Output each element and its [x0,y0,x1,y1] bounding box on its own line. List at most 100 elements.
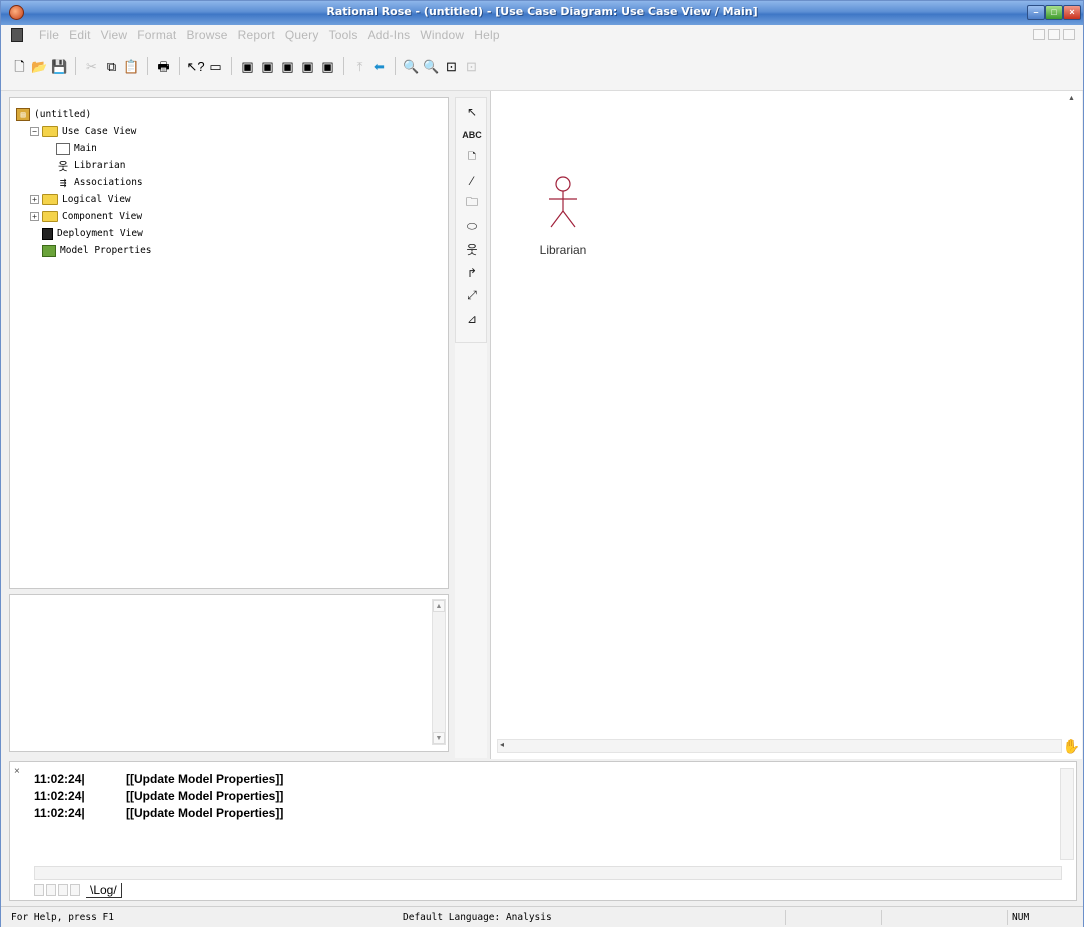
scroll-up-icon[interactable]: ▲ [1068,95,1075,102]
menu-browse[interactable]: Browse [186,28,227,42]
application-window: Rational Rose - (untitled) - [Use Case D… [0,0,1084,927]
documentation-pane[interactable]: ▲ ▼ [9,594,449,752]
log-horizontal-scrollbar[interactable] [34,866,1062,880]
actor-label: Librarian [539,243,587,257]
tree-item-label: Component View [62,211,143,222]
hand-pan-icon[interactable]: ✋ [1063,738,1080,755]
cut-icon[interactable]: ✂ [83,58,100,75]
dependency-tool-icon[interactable]: ⤢ [461,286,483,305]
menu-bar: File Edit View Format Browse Report Quer… [1,25,1083,45]
document-menu-icon[interactable] [11,28,23,42]
log-vertical-scrollbar[interactable] [1060,768,1074,860]
tree-item-main[interactable]: Main [16,140,152,157]
actor-tool-icon[interactable]: 웃 [461,240,483,259]
browse-class-diagram-icon[interactable]: ▣ [239,58,256,75]
tree-item-associations[interactable]: ⇶ Associations [16,174,152,191]
print-icon[interactable]: 🖶 [155,58,172,75]
back-arrow-icon[interactable]: ⬅ [371,58,388,75]
status-empty-panel [881,910,1007,925]
context-help-icon[interactable]: ↖? [186,58,204,75]
actor-librarian[interactable]: Librarian [529,175,589,257]
save-icon[interactable]: 💾 [51,58,68,75]
actor-icon: 웃 [57,159,69,173]
tree-item-logical-view[interactable]: + Logical View [16,191,152,208]
browse-previous-icon[interactable]: ⤒ [351,58,368,75]
open-folder-icon[interactable]: 📂 [31,58,48,75]
log-entries: 11:02:24| [[Update Model Properties]] 11… [34,772,283,823]
zoom-out-icon[interactable]: 🔍 [423,58,440,75]
use-case-diagram-canvas[interactable]: Librarian ▲ ◂ ✋ [490,91,1082,759]
tab-prev-icon[interactable] [46,884,56,896]
browse-component-diagram-icon[interactable]: ▣ [279,58,296,75]
scroll-left-icon[interactable]: ◂ [500,740,504,749]
view-docs-icon[interactable]: ▭ [207,58,224,75]
new-file-icon[interactable]: 🗋 [11,58,28,75]
mdi-close-button[interactable] [1063,29,1075,40]
maximize-icon: □ [1051,7,1057,17]
undo-fit-icon[interactable]: ⊡ [463,58,480,75]
menu-edit[interactable]: Edit [69,28,90,42]
menu-help[interactable]: Help [474,28,499,42]
status-bar: For Help, press F1 Default Language: Ana… [1,906,1083,927]
browse-parent-icon[interactable]: ▣ [319,58,336,75]
tab-next-icon[interactable] [58,884,68,896]
menu-tools[interactable]: Tools [329,28,358,42]
model-browser[interactable]: ▤ (untitled) − Use Case View Main 웃 Libr… [9,97,449,589]
tab-first-icon[interactable] [34,884,44,896]
tree-item-deployment-view[interactable]: Deployment View [16,225,152,242]
title-bar[interactable]: Rational Rose - (untitled) - [Use Case D… [1,1,1083,25]
menu-file[interactable]: File [39,28,59,42]
package-tool-icon[interactable]: 🗀 [461,194,483,213]
deployment-view-icon [42,227,53,240]
actor-stick-figure-icon [549,176,577,228]
tree-item-librarian[interactable]: 웃 Librarian [16,157,152,174]
note-tool-icon[interactable]: 🗅 [461,148,483,167]
use-case-diagram-icon [56,142,70,155]
tree-item-root[interactable]: ▤ (untitled) [16,106,152,123]
scroll-up-icon[interactable]: ▲ [433,600,445,612]
tree-item-use-case-view[interactable]: − Use Case View [16,123,152,140]
maximize-button[interactable]: □ [1045,5,1063,20]
paste-icon[interactable]: 📋 [123,58,140,75]
tab-last-icon[interactable] [70,884,80,896]
browse-interaction-diagram-icon[interactable]: ▣ [259,58,276,75]
scroll-down-icon[interactable]: ▼ [433,732,445,744]
tab-log[interactable]: \Log/ [86,882,122,898]
toolbar-separator [231,57,232,75]
zoom-in-icon[interactable]: 🔍 [403,58,420,75]
menu-report[interactable]: Report [238,28,275,42]
close-button[interactable]: × [1063,5,1081,20]
tree-item-label: Deployment View [57,228,143,239]
collapse-toggle[interactable]: − [30,127,39,136]
log-time: 11:02:24| [34,789,85,803]
canvas-vertical-scrollbar[interactable]: ▲ [1068,95,1080,735]
tree-item-model-properties[interactable]: Model Properties [16,242,152,259]
text-box-tool[interactable]: ABC [461,125,483,144]
minimize-button[interactable]: – [1027,5,1045,20]
canvas-horizontal-scrollbar[interactable]: ◂ [497,739,1062,753]
status-default-language: Default Language: Analysis [403,912,552,923]
menu-window[interactable]: Window [420,28,464,42]
fit-in-window-icon[interactable]: ⊡ [443,58,460,75]
log-close-icon[interactable]: × [14,766,20,777]
selection-tool-icon[interactable]: ↖ [461,102,483,121]
anchor-note-tool-icon[interactable]: ⁄ [461,171,483,190]
expand-toggle[interactable]: + [30,195,39,204]
log-window[interactable]: × 11:02:24| [[Update Model Properties]] … [9,761,1077,901]
expand-toggle[interactable]: + [30,212,39,221]
browse-deployment-diagram-icon[interactable]: ▣ [299,58,316,75]
copy-icon[interactable]: ⧉ [103,58,120,75]
menu-view[interactable]: View [101,28,128,42]
tree-item-component-view[interactable]: + Component View [16,208,152,225]
menu-query[interactable]: Query [285,28,319,42]
toolbar-separator [75,57,76,75]
mdi-minimize-button[interactable] [1033,29,1045,40]
menu-format[interactable]: Format [137,28,176,42]
unidirectional-association-tool-icon[interactable]: ↱ [461,263,483,282]
generalization-tool-icon[interactable]: ⊿ [461,309,483,328]
toolbar-separator [179,57,180,75]
use-case-tool-icon[interactable]: ⬭ [461,217,483,236]
menu-add-ins[interactable]: Add-Ins [368,28,411,42]
mdi-restore-button[interactable] [1048,29,1060,40]
documentation-scrollbar[interactable]: ▲ ▼ [432,599,446,745]
